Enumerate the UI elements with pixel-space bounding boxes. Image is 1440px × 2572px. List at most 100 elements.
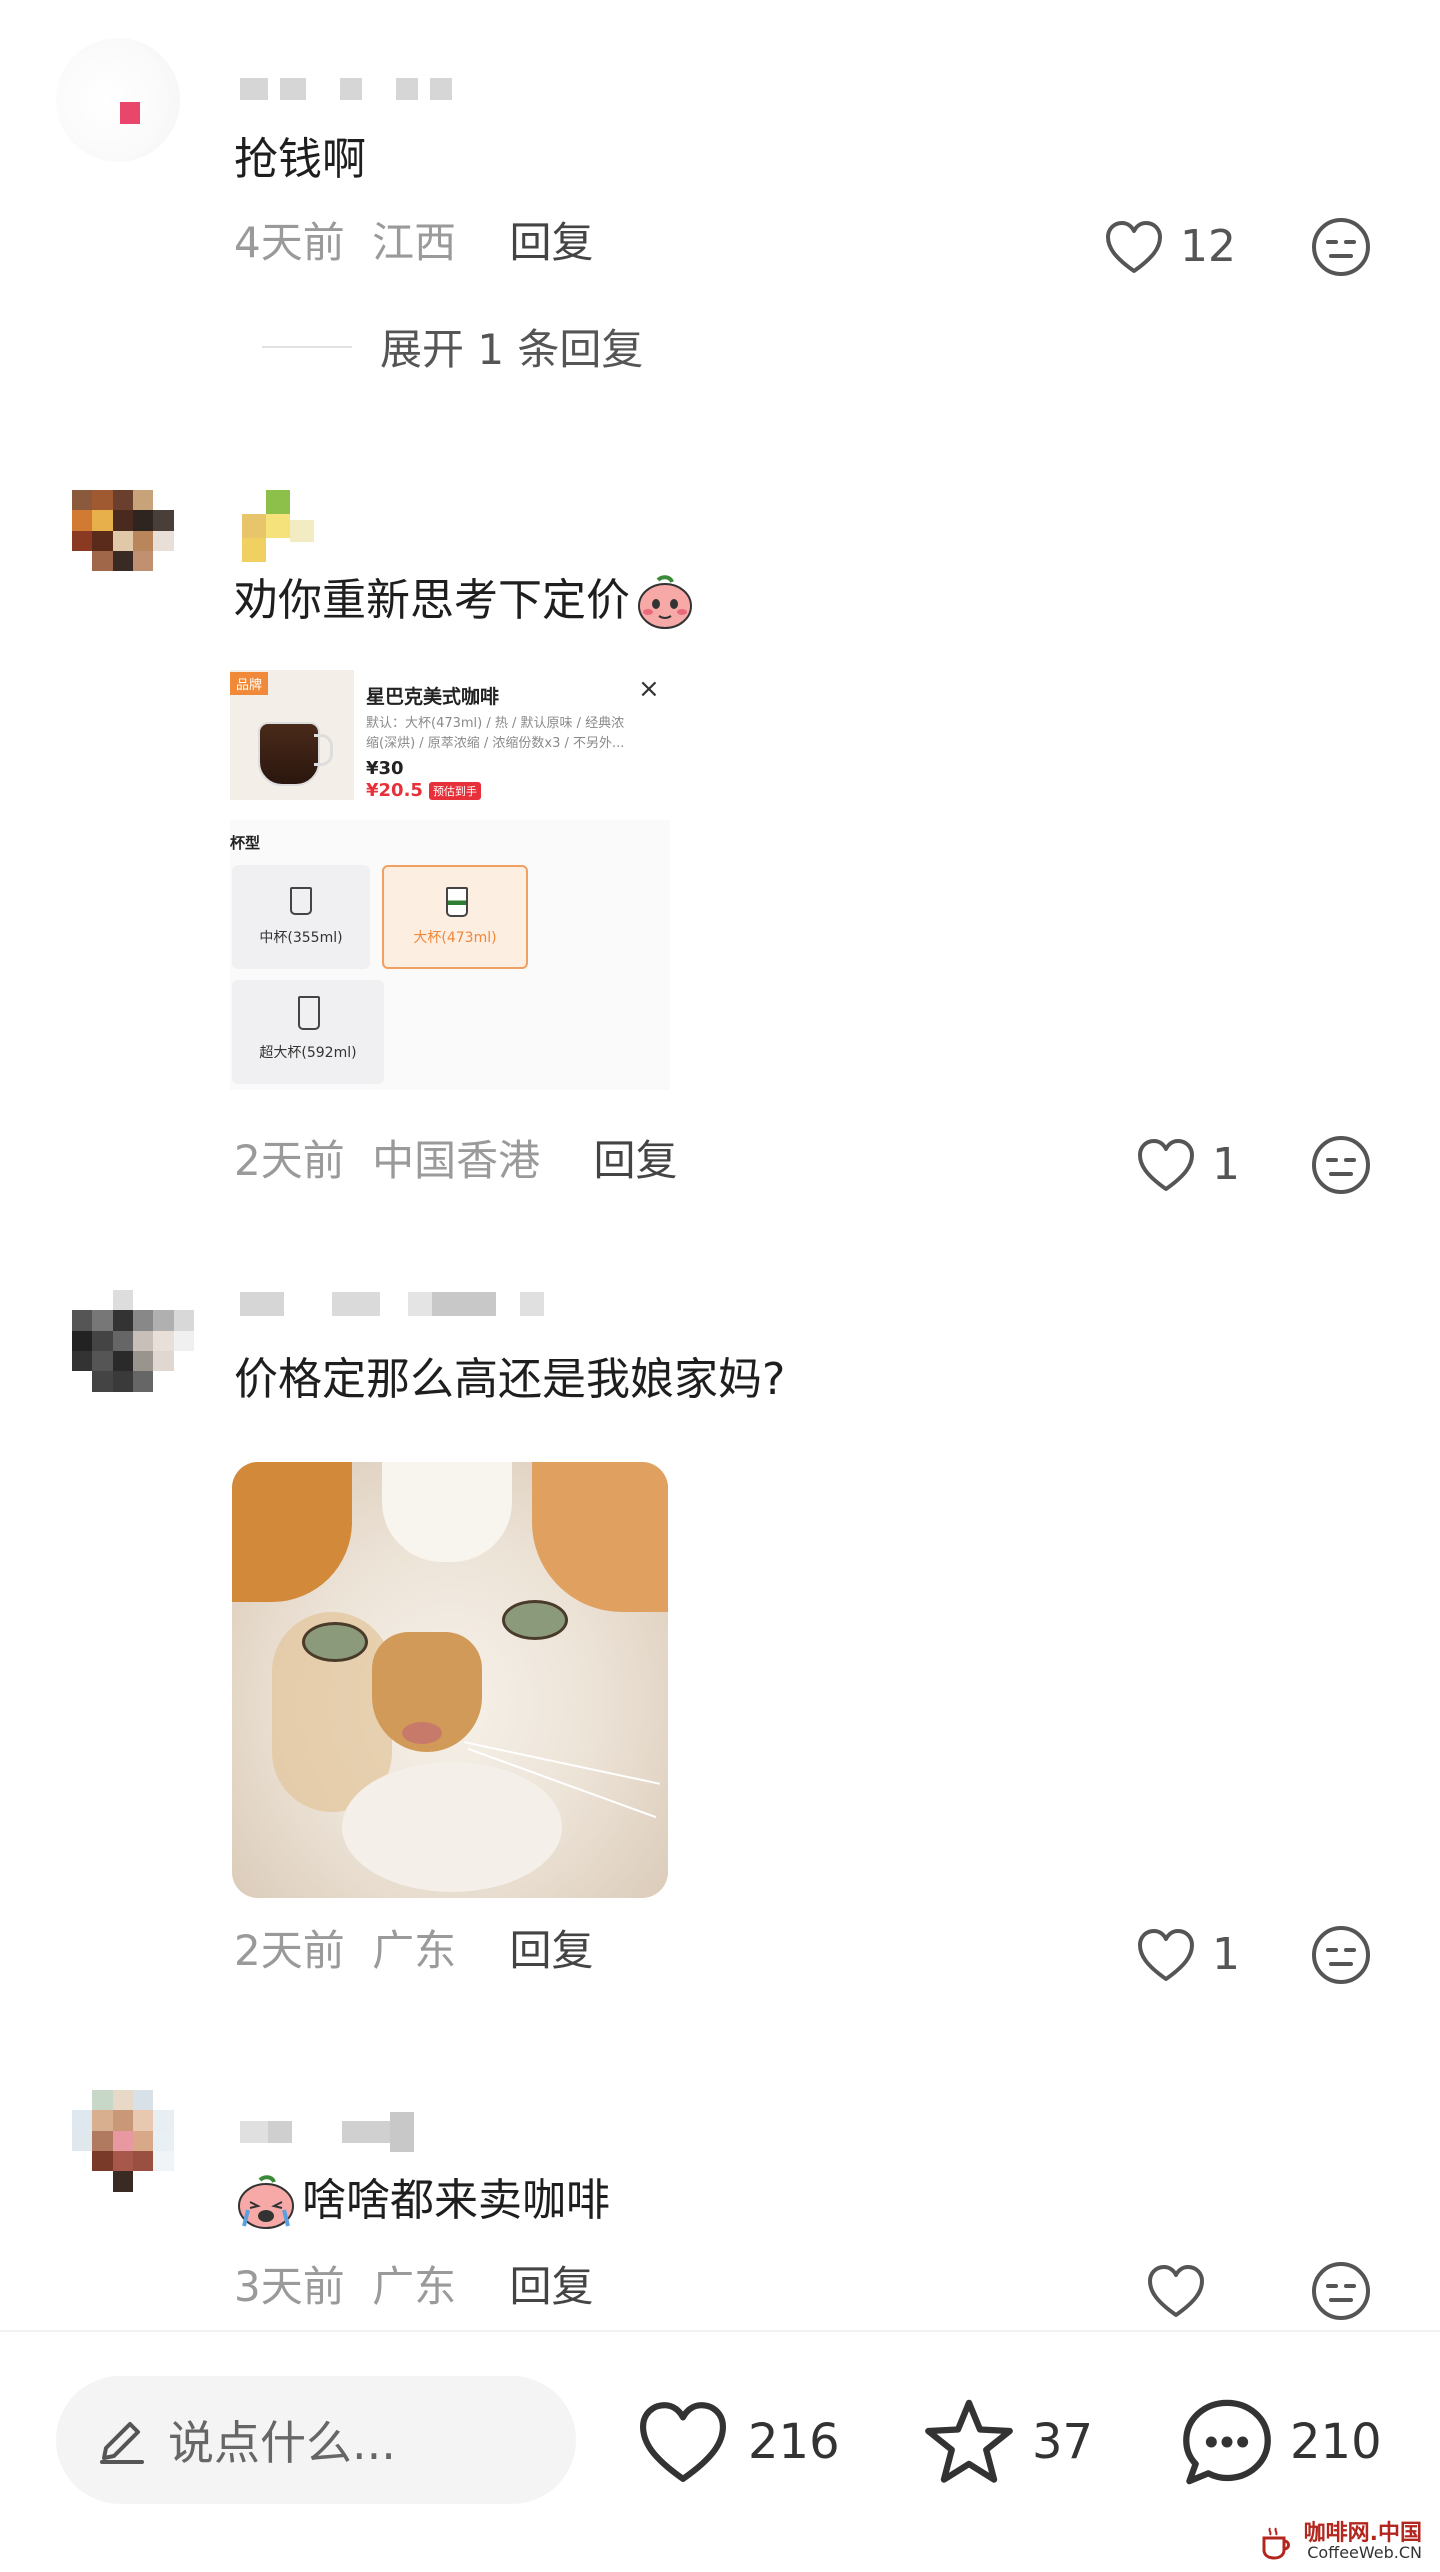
avatar[interactable] bbox=[56, 38, 180, 162]
watermark: 咖啡网.中国 CoffeeWeb.CN bbox=[1256, 2522, 1422, 2562]
meh-face-icon bbox=[1312, 1926, 1370, 1984]
watermark-en: CoffeeWeb.CN bbox=[1307, 2543, 1422, 2563]
avatar[interactable] bbox=[72, 490, 194, 612]
reply-button[interactable]: 回复 bbox=[593, 1136, 677, 1185]
cat-ear-left bbox=[232, 1462, 352, 1602]
product-name: 星巴克美式咖啡 bbox=[366, 686, 500, 708]
comment-meta: 2天前 广东 回复 bbox=[234, 1930, 593, 1972]
avatar[interactable] bbox=[72, 2090, 194, 2212]
expand-replies[interactable]: 展开 1 条回复 bbox=[262, 316, 643, 377]
watermark-cn: 咖啡网.中国 bbox=[1303, 2521, 1422, 2547]
cat-muzzle bbox=[342, 1762, 562, 1892]
pencil-icon bbox=[100, 2422, 144, 2464]
crying-emoji-icon bbox=[238, 2175, 294, 2229]
comment-meta: 2天前 中国香港 回复 bbox=[234, 1140, 677, 1182]
comment-time: 2天前 bbox=[234, 1926, 345, 1975]
coffee-cup-image bbox=[258, 722, 320, 786]
comment-text: 价格定那么高还是我娘家妈? bbox=[234, 1354, 786, 1405]
cup-icon bbox=[298, 996, 320, 1030]
coffee-cup-icon bbox=[1262, 2527, 1290, 2560]
comment-time: 2天前 bbox=[234, 1136, 345, 1185]
product-image: 品牌 bbox=[230, 670, 354, 800]
cat-forehead-patch bbox=[382, 1462, 512, 1562]
comment-input-placeholder: 说点什么... bbox=[168, 2416, 396, 2470]
emoji-sticker-icon bbox=[638, 575, 692, 629]
size-option-label: 超大杯(592ml) bbox=[259, 1045, 357, 1061]
comment-input[interactable]: 说点什么... bbox=[56, 2376, 576, 2504]
cat-eye-right bbox=[502, 1600, 568, 1640]
size-option-selected[interactable]: 大杯(473ml) bbox=[382, 865, 528, 969]
like-button[interactable] bbox=[1146, 2258, 1206, 2324]
comment-text-content: 啥啥都来卖咖啡 bbox=[302, 2175, 610, 2226]
heart-icon bbox=[1148, 2265, 1204, 2317]
dislike-button[interactable] bbox=[1310, 216, 1372, 282]
like-count: 1 bbox=[1212, 1929, 1240, 1980]
like-count: 12 bbox=[1180, 221, 1236, 272]
size-label: 杯型 bbox=[230, 834, 261, 852]
heart-icon bbox=[640, 2402, 726, 2482]
username-blurred[interactable] bbox=[240, 78, 452, 100]
close-icon[interactable]: × bbox=[638, 674, 660, 704]
meh-face-icon bbox=[1312, 1136, 1370, 1194]
comment-time: 4天前 bbox=[234, 218, 345, 267]
post-like-count: 216 bbox=[748, 2414, 840, 2470]
reply-button[interactable]: 回复 bbox=[509, 1926, 593, 1975]
product-screenshot[interactable]: 品牌 星巴克美式咖啡 × 默认：大杯(473ml) / 热 / 默认原味 / 经… bbox=[230, 670, 670, 1090]
reply-button[interactable]: 回复 bbox=[509, 218, 593, 267]
comment-text-content: 劝你重新思考下定价 bbox=[234, 575, 630, 626]
expand-divider bbox=[262, 345, 352, 348]
heart-icon bbox=[1138, 1139, 1194, 1191]
like-count: 1 bbox=[1212, 1139, 1240, 1190]
star-icon bbox=[925, 2399, 1013, 2483]
cat-meme-image[interactable] bbox=[232, 1462, 668, 1898]
like-button[interactable]: 1 bbox=[1136, 1922, 1240, 1988]
dislike-button[interactable] bbox=[1310, 1924, 1372, 1990]
comment-item: 抢钱啊 4天前 江西 回复 12 展开 1 条回复 bbox=[0, 0, 1440, 440]
reply-button[interactable]: 回复 bbox=[509, 2262, 593, 2311]
comment-item: 劝你重新思考下定价 品牌 星巴克美式咖啡 × 默认：大杯(473ml) / 热 … bbox=[0, 470, 1440, 1250]
cup-icon bbox=[446, 887, 468, 917]
cup-icon bbox=[290, 887, 312, 915]
deal-tag: 预估到手 bbox=[428, 781, 481, 800]
cat-nose bbox=[402, 1722, 442, 1744]
meh-face-icon bbox=[1312, 218, 1370, 276]
heart-icon bbox=[1138, 1929, 1194, 1981]
comment-item: 啥啥都来卖咖啡 3天前 广东 回复 bbox=[0, 2070, 1440, 2330]
cat-eye-left bbox=[302, 1622, 368, 1662]
avatar[interactable] bbox=[72, 1290, 194, 1412]
username-blurred[interactable] bbox=[240, 1292, 544, 1316]
price-deal: ¥20.5 预估到手 bbox=[366, 780, 481, 801]
product-desc-1: 默认：大杯(473ml) / 热 / 默认原味 / 经典浓 bbox=[366, 716, 625, 731]
size-option[interactable]: 超大杯(592ml) bbox=[232, 980, 384, 1084]
size-option[interactable]: 中杯(355ml) bbox=[232, 865, 370, 969]
username-blurred[interactable] bbox=[240, 2112, 414, 2152]
meh-face-icon bbox=[1312, 2262, 1370, 2320]
username-blurred[interactable] bbox=[242, 490, 322, 570]
bottom-action-bar: 说点什么... 216 37 210 咖啡网.中国 CoffeeWeb.CN bbox=[0, 2330, 1440, 2572]
comment-location: 中国香港 bbox=[372, 1136, 541, 1185]
cat-ear-right bbox=[532, 1462, 668, 1612]
comment-bubble-icon bbox=[1183, 2399, 1271, 2485]
size-option-label: 中杯(355ml) bbox=[259, 930, 343, 946]
comment-time: 3天前 bbox=[234, 2262, 345, 2311]
brand-badge: 品牌 bbox=[230, 672, 269, 695]
like-button[interactable]: 1 bbox=[1136, 1132, 1240, 1198]
comment-text: 劝你重新思考下定价 bbox=[234, 570, 696, 632]
comment-button[interactable]: 210 bbox=[1180, 2394, 1382, 2490]
price-original: ¥30 bbox=[366, 758, 404, 779]
like-button[interactable]: 12 bbox=[1104, 214, 1236, 280]
cup-handle bbox=[314, 734, 333, 766]
comment-text: 啥啥都来卖咖啡 bbox=[234, 2170, 610, 2232]
comment-item: 价格定那么高还是我娘家妈? 2天前 广东 回复 1 bbox=[0, 1270, 1440, 2020]
comment-meta: 4天前 江西 回复 bbox=[234, 222, 593, 264]
comment-location: 广东 bbox=[372, 1926, 457, 1975]
comment-location: 广东 bbox=[372, 2262, 457, 2311]
heart-icon bbox=[1106, 221, 1162, 273]
favorite-button[interactable]: 37 bbox=[922, 2394, 1093, 2490]
dislike-button[interactable] bbox=[1310, 2260, 1372, 2326]
post-like-button[interactable]: 216 bbox=[636, 2394, 840, 2490]
comment-count: 210 bbox=[1290, 2414, 1382, 2470]
product-desc-2: 缩(深烘) / 原萃浓缩 / 浓缩份数x3 / 不另外... bbox=[366, 736, 625, 751]
size-option-label: 大杯(473ml) bbox=[413, 930, 497, 946]
dislike-button[interactable] bbox=[1310, 1134, 1372, 1200]
